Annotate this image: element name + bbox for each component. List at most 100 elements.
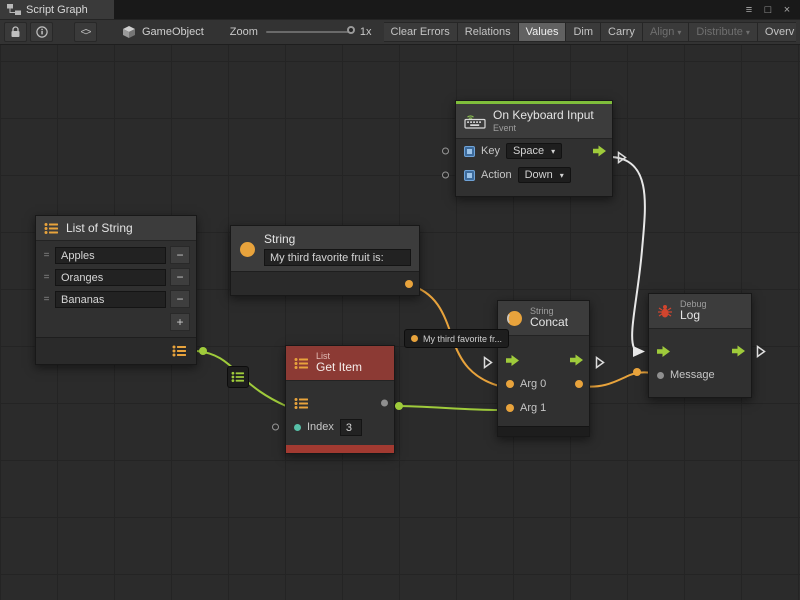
wire-value-dot [633,368,641,376]
action-input-port[interactable] [442,172,449,179]
node-footer-strip [498,426,589,436]
overview-button[interactable]: Overv [757,22,796,42]
list-output-port[interactable] [172,345,187,358]
add-item-button[interactable]: + [170,313,190,331]
list-icon [231,371,245,383]
flow-arrow-icon [732,346,745,357]
align-label: Align [650,26,674,38]
flow-arrow-icon [593,146,606,157]
list-item-row: = Apples − [36,244,196,266]
node-subtitle: Event [493,123,594,133]
key-dropdown[interactable]: Space ▾ [506,143,562,159]
error-footer-strip [286,445,394,453]
action-dropdown-value: Down [525,169,553,181]
info-button[interactable] [30,22,53,42]
key-input-port[interactable] [442,148,449,155]
string-output-port[interactable] [405,280,413,288]
drag-handle[interactable]: = [42,272,51,283]
bug-icon [657,304,673,319]
tab-script-graph[interactable]: Script Graph [0,0,114,19]
node-concat[interactable]: String Concat Arg 0 Arg 1 [497,300,590,437]
flow-connector-triangle[interactable] [595,356,605,369]
flow-connector-triangle[interactable] [756,345,766,358]
item-output-port[interactable] [381,400,388,407]
remove-item-button[interactable]: − [170,246,190,264]
code-icon: <> [81,27,91,38]
flow-input-port[interactable] [657,346,670,357]
flow-connector-triangle[interactable] [483,356,493,369]
node-on-keyboard-input[interactable]: On Keyboard Input Event Key Space ▾ [455,100,613,197]
index-row: Index 3 [286,415,394,439]
message-input-port[interactable] [657,372,664,379]
list-item-row: = Oranges − [36,266,196,288]
trigger-output-port[interactable] [593,146,606,157]
result-output-port[interactable] [575,380,583,388]
key-dropdown-value: Space [513,145,544,157]
relations-button[interactable]: Relations [457,22,519,42]
target-label: GameObject [142,26,204,38]
flow-row [498,348,589,372]
info-icon [36,26,48,38]
dim-toggle[interactable]: Dim [565,22,601,42]
zoom-slider-knob[interactable] [347,26,355,34]
node-get-item[interactable]: List Get Item Index 3 [285,345,395,454]
index-external-port[interactable] [272,424,279,431]
list-input-port[interactable] [294,397,309,410]
clear-errors-button[interactable]: Clear Errors [384,22,458,42]
arg1-input-port[interactable] [506,404,514,412]
list-item-field[interactable]: Bananas [55,291,166,308]
distribute-dropdown[interactable]: Distribute▾ [688,22,757,42]
drag-handle[interactable]: = [42,294,51,305]
lock-button[interactable] [4,22,27,42]
index-field[interactable]: 3 [340,419,362,436]
wire-arrowhead [632,345,646,358]
list-output-row [36,337,196,364]
gameobject-cube-icon [122,25,136,39]
target-selector[interactable]: GameObject [122,25,204,39]
zoom-slider[interactable] [266,31,352,33]
values-toggle[interactable]: Values [518,22,567,42]
string-type-icon [506,310,523,327]
window-menu-button[interactable]: ≡ [741,2,757,17]
carry-toggle[interactable]: Carry [600,22,643,42]
wire-value-dot [395,402,403,410]
node-title: On Keyboard Input [493,109,594,123]
flow-input-port[interactable] [506,355,519,366]
window-controls: ≡ □ × [741,0,800,19]
lock-icon [10,26,21,38]
arg0-input-port[interactable] [506,380,514,388]
remove-item-button[interactable]: − [170,268,190,286]
action-dropdown[interactable]: Down ▾ [518,167,571,183]
graph-canvas[interactable]: On Keyboard Input Event Key Space ▾ [0,45,800,600]
flow-output-port[interactable] [732,346,745,357]
node-string-literal[interactable]: String My third favorite fruit is: [230,225,420,296]
node-debug-log[interactable]: Debug Log Message [648,293,752,398]
list-item-field[interactable]: Apples [55,247,166,264]
arg0-row: Arg 0 [498,372,589,396]
title-bar: Script Graph ≡ □ × [0,0,800,19]
flow-row [649,339,751,363]
align-dropdown[interactable]: Align▾ [642,22,689,42]
maximize-button[interactable]: □ [760,2,776,17]
chevron-down-icon: ▾ [560,171,564,180]
code-button[interactable]: <> [74,22,97,42]
chevron-down-icon: ▾ [677,28,681,37]
close-button[interactable]: × [779,2,795,17]
list-item-field[interactable]: Oranges [55,269,166,286]
zoom-label: Zoom [230,26,258,38]
key-label: Key [481,145,500,157]
string-value-field[interactable]: My third favorite fruit is: [264,249,411,266]
flow-output-port[interactable] [570,355,583,366]
action-label: Action [481,169,512,181]
index-input-port[interactable] [294,424,301,431]
arg0-label: Arg 0 [520,378,546,390]
wire-concat-to-log-message [581,372,651,386]
flow-connector-triangle[interactable] [617,151,627,164]
toolbar-button-group: Clear Errors Relations Values Dim Carry … [384,22,797,42]
remove-item-button[interactable]: − [170,290,190,308]
drag-handle[interactable]: = [42,250,51,261]
node-list-of-string[interactable]: List of String = Apples − = Oranges − = … [35,215,197,365]
node-title: Concat [530,316,568,330]
index-label: Index [307,421,334,433]
zoom-value: 1x [360,26,372,38]
